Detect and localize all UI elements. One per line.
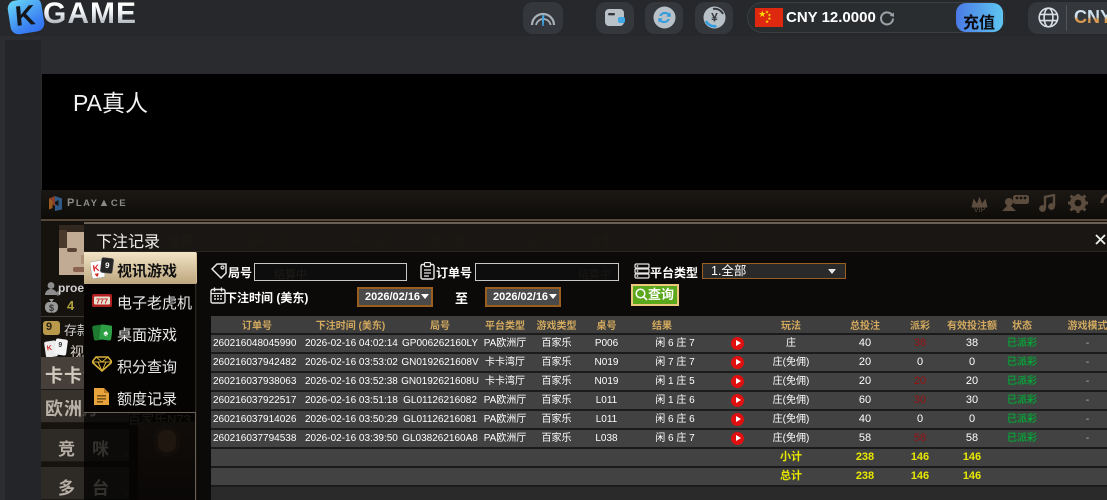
svg-text:$: $ [49,303,54,313]
svg-text:¥: ¥ [711,11,718,25]
svg-text:VIP: VIP [974,207,986,213]
svg-text:★: ★ [765,19,769,24]
svg-text:777: 777 [96,299,108,306]
svg-text:K: K [46,345,52,353]
